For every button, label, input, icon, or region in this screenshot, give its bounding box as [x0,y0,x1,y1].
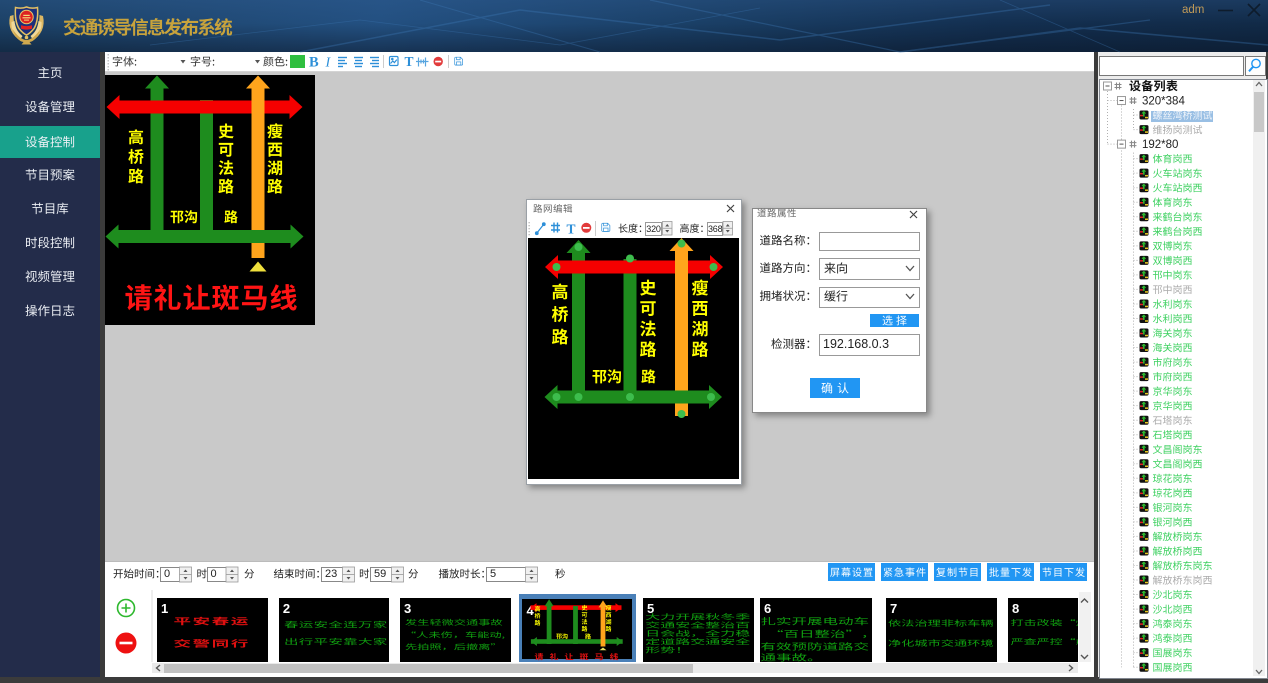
svg-text:T: T [567,222,576,237]
svg-text:B: B [309,55,319,71]
svg-text:192*80: 192*80 [1142,139,1178,151]
svg-text:320*384: 320*384 [1142,96,1185,108]
svg-text:I: I [325,56,332,71]
svg-text:T: T [405,54,414,69]
